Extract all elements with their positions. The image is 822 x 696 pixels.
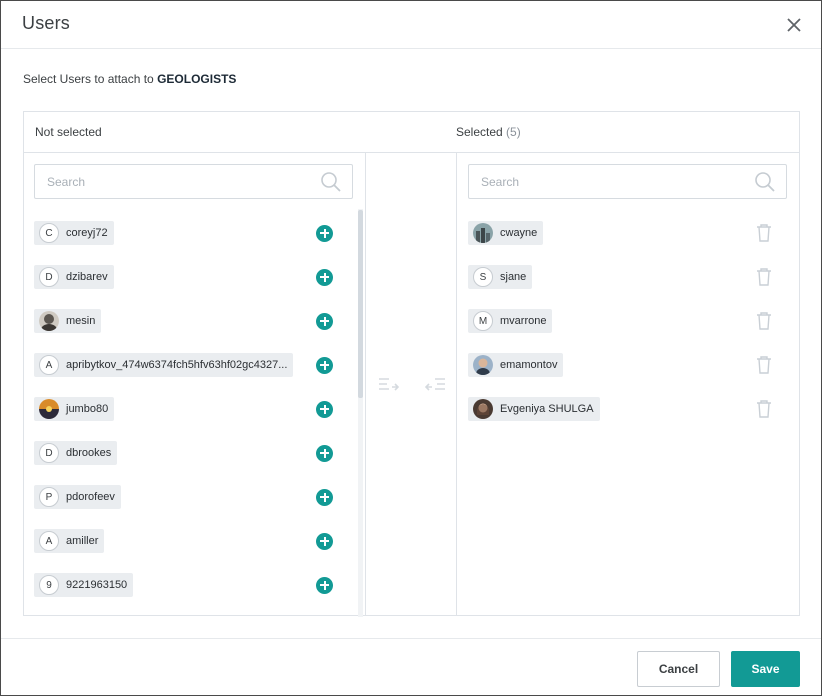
avatar: S: [473, 267, 493, 287]
avatar: C: [39, 223, 59, 243]
group-name: GEOLOGISTS: [157, 72, 237, 86]
user-chip[interactable]: Aamiller: [34, 529, 105, 553]
subtitle-text: Select Users to attach to: [23, 72, 154, 86]
trash-icon[interactable]: [755, 399, 773, 418]
not-selected-heading: Not selected: [35, 125, 102, 139]
plus-circle-icon[interactable]: [316, 400, 333, 418]
trash-icon[interactable]: [755, 267, 773, 286]
avatar: P: [39, 487, 59, 507]
trash-icon[interactable]: [755, 355, 773, 374]
selected-heading: Selected (5): [456, 125, 521, 139]
avatar: D: [39, 443, 59, 463]
plus-circle-icon[interactable]: [316, 312, 333, 330]
not-selected-search: [34, 164, 353, 199]
user-chip[interactable]: 9 9221963150: [34, 573, 134, 597]
user-name: dzibarev: [66, 271, 108, 283]
save-button[interactable]: Save: [731, 651, 800, 687]
users-dialog: Users Select Users to attach to GEOLOGIS…: [0, 0, 822, 696]
user-chip[interactable]: Ppdorofeev: [34, 485, 121, 509]
user-chip[interactable]: Ddzibarev: [34, 265, 114, 289]
avatar: [473, 399, 493, 419]
user-chip[interactable]: Evgeniya SHULGA: [468, 397, 600, 421]
avatar: A: [39, 355, 59, 375]
user-chip[interactable]: Ssjane: [468, 265, 533, 289]
not-selected-search-input[interactable]: [45, 165, 305, 198]
user-chip[interactable]: Aapribytkov_474w6374fch5hfv63hf02gc4327.…: [34, 353, 294, 377]
plus-circle-icon[interactable]: [316, 356, 333, 374]
cancel-button[interactable]: Cancel: [637, 651, 720, 687]
avatar: A: [39, 531, 59, 551]
user-chip[interactable]: Ccoreyj72: [34, 221, 114, 245]
plus-circle-icon[interactable]: [316, 576, 333, 594]
dialog-footer: Cancel Save: [1, 638, 821, 695]
user-chip[interactable]: emamontov: [468, 353, 564, 377]
trash-icon[interactable]: [755, 223, 773, 242]
user-name: mesin: [66, 315, 96, 327]
column-divider: [365, 153, 366, 615]
user-chip[interactable]: cwayne: [468, 221, 544, 245]
user-chip[interactable]: mesin: [34, 309, 102, 333]
search-icon[interactable]: [754, 171, 776, 193]
user-name: pdorofeev: [66, 491, 115, 503]
avatar: [39, 311, 59, 331]
move-all-right-icon[interactable]: [379, 377, 400, 391]
user-name: Evgeniya SHULGA: [500, 403, 594, 415]
move-all-left-icon[interactable]: [424, 377, 445, 391]
user-name: mvarrone: [500, 315, 547, 327]
user-name: dbrookes: [66, 447, 112, 459]
plus-circle-icon[interactable]: [316, 224, 333, 242]
user-chip[interactable]: jumbo80: [34, 397, 115, 421]
column-divider: [456, 153, 457, 615]
dialog-header: Users: [1, 1, 821, 49]
panel-header: Not selected Selected (5): [24, 112, 799, 153]
avatar: 9: [39, 575, 59, 595]
selected-count: (5): [506, 125, 521, 139]
user-name: coreyj72: [66, 227, 108, 239]
plus-circle-icon[interactable]: [316, 488, 333, 506]
trash-icon[interactable]: [755, 311, 773, 330]
user-name: apribytkov_474w6374fch5hfv63hf02gc4327..…: [66, 359, 288, 371]
dialog-subtitle: Select Users to attach to GEOLOGISTS: [23, 72, 236, 86]
user-name: 9221963150: [66, 579, 128, 591]
avatar: [473, 223, 493, 243]
plus-circle-icon[interactable]: [316, 268, 333, 286]
close-icon[interactable]: [784, 15, 804, 35]
selected-heading-label: Selected: [456, 125, 503, 139]
avatar: D: [39, 267, 59, 287]
user-name: amiller: [66, 535, 99, 547]
selected-search: [468, 164, 787, 199]
avatar: M: [473, 311, 493, 331]
user-chip[interactable]: Mmvarrone: [468, 309, 553, 333]
user-name: sjane: [500, 271, 527, 283]
transfer-panel: Not selected Selected (5) Ccoreyj72 Ddzib…: [23, 111, 800, 617]
plus-circle-icon[interactable]: [316, 532, 333, 550]
user-name: cwayne: [500, 227, 538, 239]
user-name: emamontov: [500, 359, 558, 371]
avatar: [473, 355, 493, 375]
user-chip[interactable]: Ddbrookes: [34, 441, 118, 465]
avatar: [39, 399, 59, 419]
plus-circle-icon[interactable]: [316, 444, 333, 462]
search-icon[interactable]: [320, 171, 342, 193]
scrollbar-thumb[interactable]: [358, 210, 363, 398]
selected-search-input[interactable]: [479, 165, 739, 198]
user-name: jumbo80: [66, 403, 109, 415]
dialog-title: Users: [22, 13, 71, 33]
